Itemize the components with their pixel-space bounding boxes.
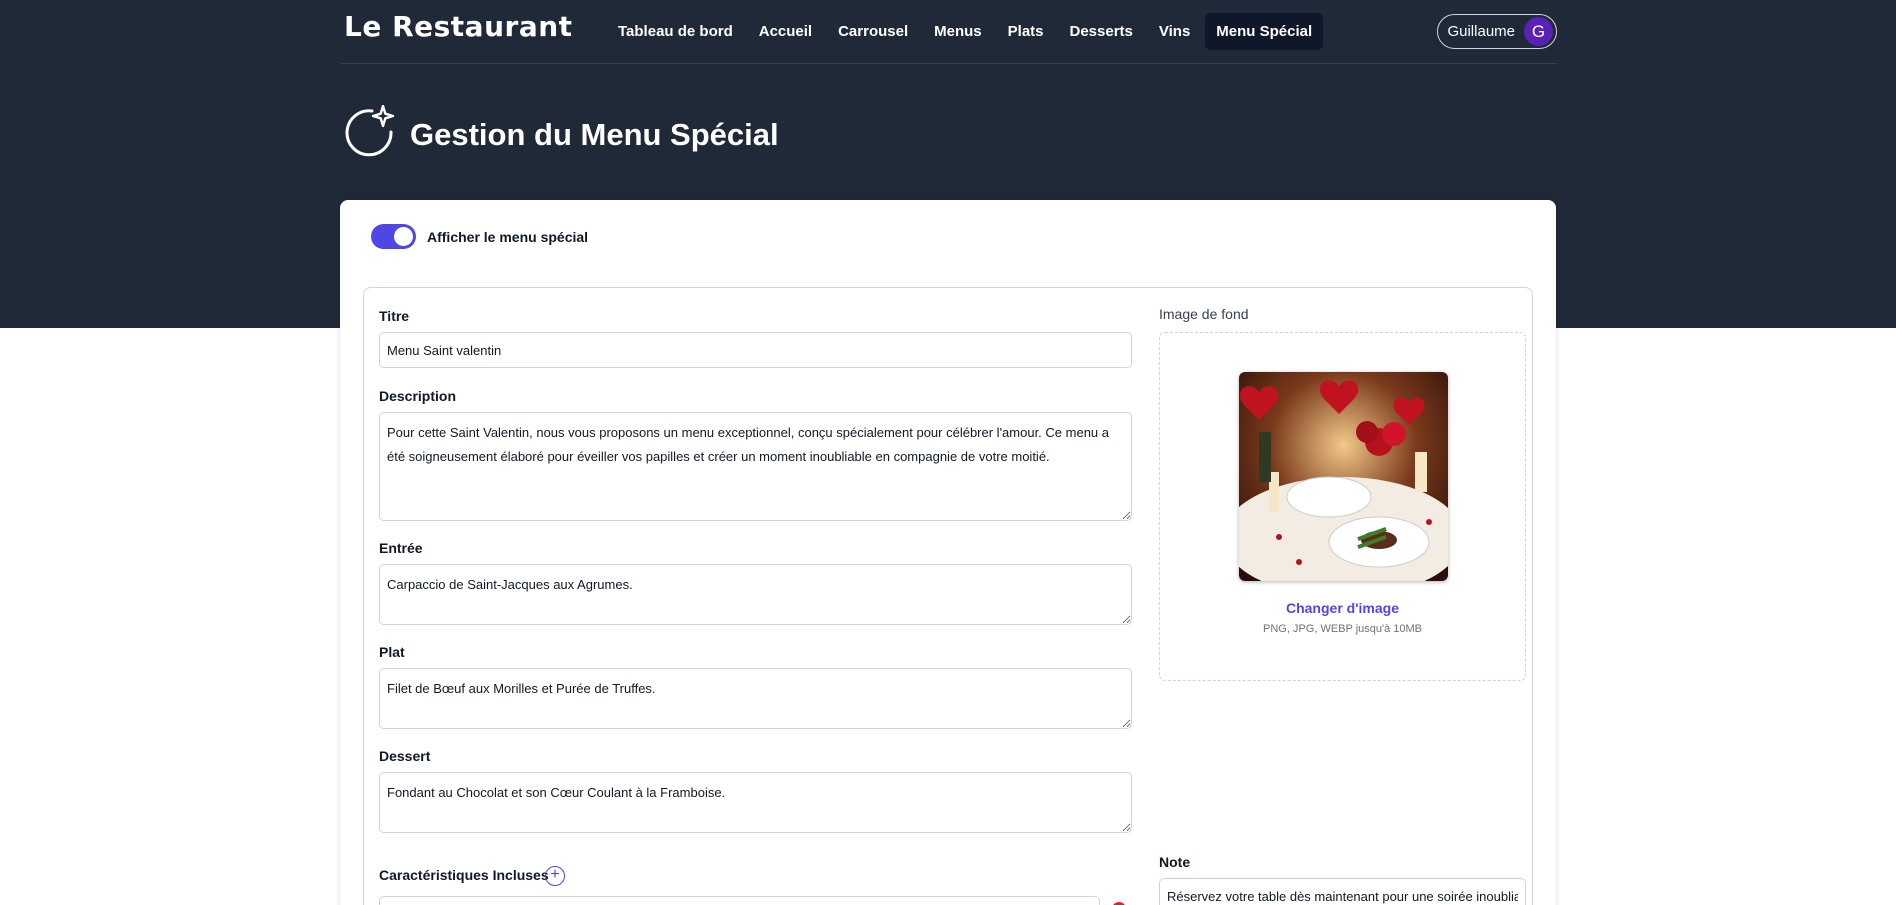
feature-input[interactable]: [379, 896, 1100, 905]
user-menu-button[interactable]: Guillaume G: [1437, 14, 1557, 49]
nav-item-menus[interactable]: Menus: [923, 13, 993, 50]
description-textarea[interactable]: Pour cette Saint Valentin, nous vous pro…: [379, 412, 1132, 521]
page-header: Gestion du Menu Spécial: [342, 104, 779, 164]
nav-item-carrousel[interactable]: Carrousel: [827, 13, 919, 50]
entree-textarea[interactable]: Carpaccio de Saint-Jacques aux Agrumes.: [379, 564, 1132, 625]
nav-item-desserts[interactable]: Desserts: [1059, 13, 1144, 50]
background-image-preview: [1239, 372, 1448, 581]
page-title: Gestion du Menu Spécial: [410, 116, 779, 152]
dessert-label: Dessert: [379, 748, 431, 764]
sparkle-refresh-icon: [342, 104, 396, 164]
nav-links: Tableau de bord Accueil Carrousel Menus …: [607, 13, 1324, 50]
features-label: Caractéristiques Incluses: [379, 867, 549, 883]
nav-item-accueil[interactable]: Accueil: [748, 13, 823, 50]
plat-textarea[interactable]: Filet de Bœuf aux Morilles et Purée de T…: [379, 668, 1132, 729]
nav-item-menu-special[interactable]: Menu Spécial: [1205, 13, 1324, 50]
change-image-link[interactable]: Changer d'image: [1160, 600, 1525, 616]
plat-label: Plat: [379, 644, 405, 660]
special-menu-form: Titre Description Pour cette Saint Valen…: [363, 287, 1533, 905]
title-label: Titre: [379, 308, 410, 324]
note-input[interactable]: [1159, 878, 1526, 905]
nav-item-tableau-de-bord[interactable]: Tableau de bord: [607, 13, 744, 50]
image-drop-zone[interactable]: Changer d'image PNG, JPG, WEBP jusqu'à 1…: [1159, 332, 1526, 681]
nav-item-vins[interactable]: Vins: [1148, 13, 1201, 50]
visibility-toggle-row: Afficher le menu spécial: [371, 224, 588, 249]
dessert-textarea[interactable]: Fondant au Chocolat et son Cœur Coulant …: [379, 772, 1132, 833]
special-menu-card: Afficher le menu spécial Titre Descripti…: [340, 200, 1556, 905]
file-type-hint: PNG, JPG, WEBP jusqu'à 10MB: [1262, 623, 1422, 635]
avatar: G: [1524, 17, 1553, 46]
image-label: Image de fond: [1159, 306, 1249, 322]
nav-item-plats[interactable]: Plats: [997, 13, 1055, 50]
toggle-label: Afficher le menu spécial: [427, 228, 589, 245]
toggle-knob: [394, 227, 413, 246]
user-name: Guillaume: [1447, 23, 1515, 40]
note-label: Note: [1159, 854, 1191, 870]
show-special-menu-toggle[interactable]: [371, 224, 416, 249]
description-label: Description: [379, 388, 457, 404]
entree-label: Entrée: [379, 540, 423, 556]
add-feature-button[interactable]: +: [545, 866, 565, 886]
title-input[interactable]: [379, 332, 1132, 368]
site-logo[interactable]: Le Restaurant: [344, 10, 573, 43]
top-navbar: Le Restaurant Tableau de bord Accueil Ca…: [340, 0, 1557, 64]
